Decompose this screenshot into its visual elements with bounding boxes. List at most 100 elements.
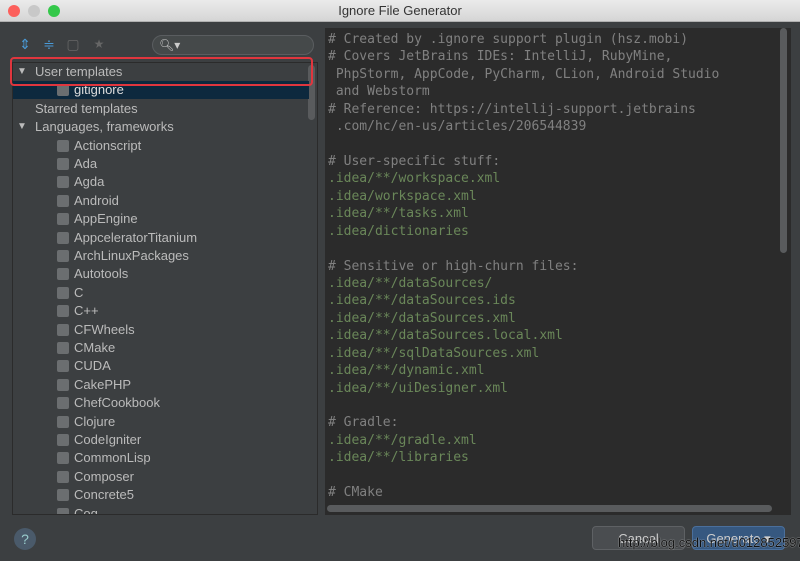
- tree-label: Starred templates: [35, 100, 138, 116]
- checkbox[interactable]: [57, 176, 69, 189]
- tree-label: Concrete5: [74, 487, 134, 503]
- tree-label: Actionscript: [74, 137, 142, 153]
- path-line: .idea/**/dataSources.ids: [328, 293, 516, 309]
- tree-label: CodeIgniter: [74, 432, 142, 447]
- checkbox[interactable]: [57, 231, 69, 244]
- tree-item[interactable]: AppceleratorTitanium: [13, 229, 309, 247]
- checkbox[interactable]: [57, 489, 69, 502]
- window-title: Ignore File Generator: [338, 3, 462, 18]
- tree-label: Agda: [74, 174, 105, 190]
- path-line: .idea/**/gradle.xml: [328, 432, 477, 448]
- path-line: .idea/**/sqlDataSources.xml: [328, 345, 540, 361]
- tree-label: Autotools: [74, 266, 129, 282]
- tree-label: CMake: [74, 340, 116, 355]
- checkbox[interactable]: [57, 213, 69, 226]
- tree-label: CommonLisp: [74, 450, 151, 466]
- comment-line: and Webstorm: [328, 84, 430, 100]
- checkbox[interactable]: [57, 84, 69, 97]
- path-line: .idea/**/dataSources/: [328, 276, 493, 292]
- checkbox[interactable]: [57, 452, 69, 465]
- tree-item[interactable]: Composer: [13, 468, 309, 486]
- tree-item[interactable]: CommonLisp: [13, 449, 309, 467]
- tree-item[interactable]: C: [13, 284, 309, 302]
- tree-group[interactable]: Starred templates: [13, 100, 309, 118]
- title-bar: Ignore File Generator: [0, 0, 800, 22]
- tree-item[interactable]: AppEngine: [13, 210, 309, 228]
- checkbox[interactable]: [57, 305, 69, 318]
- tree-item[interactable]: Android: [13, 192, 309, 210]
- watermark: http://blog.csdn.net/u012852597: [618, 535, 800, 550]
- tree-item[interactable]: C++: [13, 302, 309, 320]
- checkbox[interactable]: [57, 268, 69, 281]
- maximize-button[interactable]: [48, 5, 60, 17]
- checkbox[interactable]: [57, 286, 69, 299]
- tree-label: CUDA: [74, 358, 111, 374]
- comment-line: # Sensitive or high-churn files:: [328, 258, 579, 274]
- path-line: .idea/**/uiDesigner.xml: [328, 380, 509, 396]
- tree-item[interactable]: ArchLinuxPackages: [13, 247, 309, 265]
- checkbox[interactable]: [57, 397, 69, 410]
- tree-item[interactable]: Ada: [13, 155, 309, 173]
- tree-item[interactable]: Actionscript: [13, 137, 309, 155]
- path-line: .idea/**/dynamic.xml: [328, 363, 485, 379]
- checkbox[interactable]: [57, 139, 69, 152]
- tree-label: Clojure: [74, 413, 116, 429]
- checkbox[interactable]: [57, 158, 69, 170]
- tree-item[interactable]: Concrete5: [13, 486, 309, 504]
- tree-item[interactable]: Autotools: [13, 265, 309, 283]
- tree-group[interactable]: ▼ Languages, frameworks: [13, 118, 309, 136]
- comment-line: PhpStorm, AppCode, PyCharm, CLion, Andro…: [328, 66, 720, 82]
- checkbox[interactable]: [57, 415, 69, 428]
- tree-label: C++: [74, 303, 99, 319]
- tree-item[interactable]: CodeIgniter: [13, 431, 309, 449]
- tree-item[interactable]: CFWheels: [13, 321, 309, 339]
- tree-label: Coq: [74, 505, 98, 515]
- tree-item[interactable]: CUDA: [13, 357, 309, 375]
- comment-line: # Reference: https://intellij-support.je…: [328, 101, 696, 117]
- collapse-all-icon[interactable]: ≑: [40, 34, 58, 54]
- tree-item[interactable]: ChefCookbook: [13, 394, 309, 412]
- path-line: .idea/**/dataSources.local.xml: [328, 328, 563, 344]
- close-button[interactable]: [8, 5, 20, 17]
- tree-label: CakePHP: [74, 376, 132, 392]
- tree-label: Composer: [74, 468, 134, 484]
- copy-icon[interactable]: ▢: [64, 34, 82, 54]
- checkbox[interactable]: [57, 342, 69, 354]
- checkbox[interactable]: [57, 323, 69, 336]
- comment-line: # User-specific stuff:: [328, 154, 501, 169]
- path-line: .idea/**/dataSources.xml: [328, 310, 516, 326]
- comment-line: .com/hc/en-us/articles/206544839: [328, 119, 587, 135]
- search-icon: 🔍︎▾: [159, 38, 181, 52]
- checkbox[interactable]: [57, 194, 69, 207]
- tree-item[interactable]: Agda: [13, 173, 309, 191]
- tree-label: CFWheels: [74, 321, 135, 337]
- help-button[interactable]: ?: [14, 528, 36, 550]
- checkbox[interactable]: [57, 470, 69, 483]
- comment-line: # Covers JetBrains IDEs: IntelliJ, RubyM…: [328, 49, 673, 65]
- checkbox[interactable]: [57, 360, 69, 373]
- star-icon[interactable]: ★: [90, 34, 108, 54]
- highlight-box: [10, 57, 313, 86]
- path-line: .idea/dictionaries: [328, 223, 469, 239]
- preview-editor[interactable]: # Created by .ignore support plugin (hsz…: [325, 28, 791, 515]
- checkbox[interactable]: [57, 507, 69, 514]
- expand-all-icon[interactable]: ⇕: [16, 34, 34, 54]
- path-line: .idea/**/tasks.xml: [328, 206, 469, 222]
- expand-arrow-icon[interactable]: ▼: [17, 118, 27, 136]
- search-input[interactable]: 🔍︎▾: [152, 35, 314, 55]
- tree-item[interactable]: Coq: [13, 505, 309, 515]
- editor-vertical-scrollbar[interactable]: [780, 28, 787, 253]
- tree-item[interactable]: CakePHP: [13, 376, 309, 394]
- checkbox[interactable]: [57, 250, 69, 262]
- tree-item[interactable]: CMake: [13, 339, 309, 357]
- editor-horizontal-scrollbar[interactable]: [327, 505, 772, 512]
- tree-label: C: [74, 284, 84, 300]
- tree-label: Android: [74, 192, 119, 208]
- checkbox[interactable]: [57, 378, 69, 391]
- tree-label: Ada: [74, 156, 98, 171]
- tree-label: ChefCookbook: [74, 395, 160, 411]
- comment-line: # Gradle:: [328, 415, 399, 431]
- minimize-button[interactable]: [28, 5, 40, 17]
- tree-item[interactable]: Clojure: [13, 413, 309, 431]
- checkbox[interactable]: [57, 434, 69, 446]
